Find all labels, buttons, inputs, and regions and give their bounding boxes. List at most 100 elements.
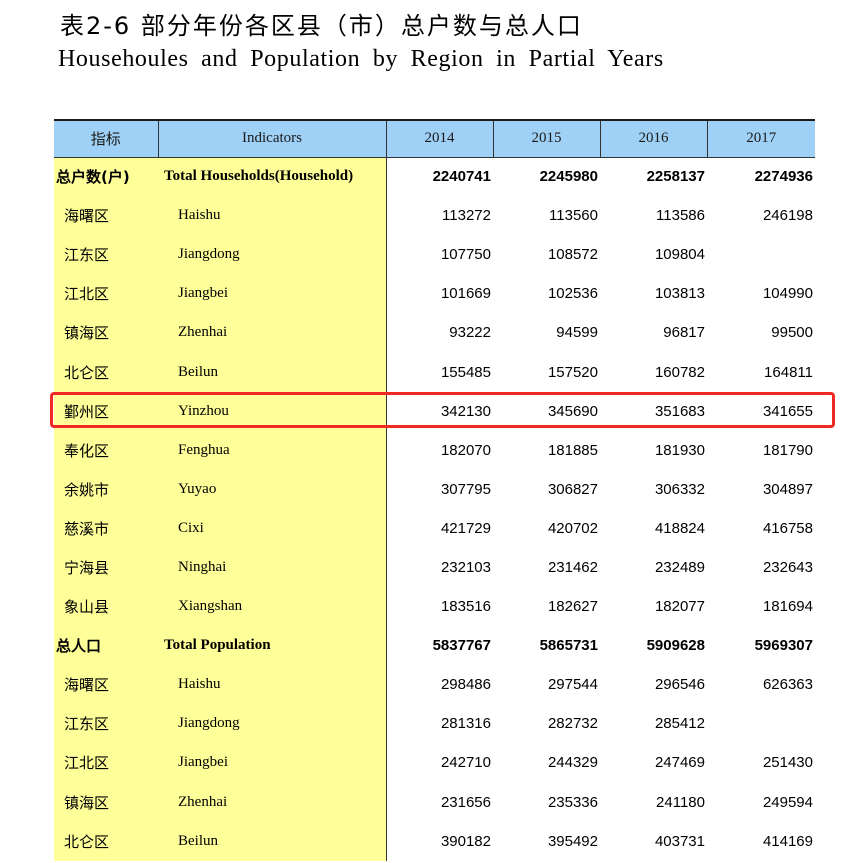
value-cell-2016: 2258137 <box>646 168 705 186</box>
value-cell-2014: 342130 <box>440 402 491 420</box>
value-cell-2014: 232103 <box>440 558 491 576</box>
table-row: 江北区 Jiangbei 101669 102536 103813 104990 <box>54 274 815 314</box>
value-cell-2015: 282732 <box>547 715 598 733</box>
table-row: 慈溪市 Cixi 421729 420702 418824 416758 <box>54 508 815 548</box>
indicator-name-en: Jiangbei <box>158 743 387 783</box>
indicator-name-en: Zhenhai <box>158 782 387 822</box>
indicator-name-en: Haishu <box>158 196 387 236</box>
header-indicator-zh: 指标 <box>54 119 159 158</box>
value-cell-2014: 155485 <box>440 363 491 381</box>
indicator-name-zh: 慈溪市 <box>54 508 158 548</box>
indicator-name-zh: 余姚市 <box>54 469 158 509</box>
value-cell-2017: 2274936 <box>754 168 813 186</box>
indicator-name-en: Xiangshan <box>158 587 387 627</box>
indicator-name-zh: 江北区 <box>54 743 158 783</box>
value-cell-2015: 395492 <box>547 832 598 850</box>
value-cell-2014: 242710 <box>440 754 491 772</box>
value-cell-2014: 183516 <box>440 598 491 616</box>
value-cell-2016: 160782 <box>654 363 705 381</box>
value-cell-2017: 5969307 <box>754 637 813 655</box>
value-cell-2015: 420702 <box>547 519 598 537</box>
value-cell-2016: 285412 <box>654 715 705 733</box>
indicator-name-zh: 总户数(户) <box>54 157 158 197</box>
value-cell-2015: 182627 <box>547 598 598 616</box>
table-row-total: 总人口 Total Population 5837767 5865731 5909628… <box>54 626 815 666</box>
value-cell-2014: 113272 <box>442 207 491 225</box>
indicator-name-zh: 鄞州区 <box>54 391 158 431</box>
value-cell-2017: 626363 <box>762 676 813 694</box>
value-cell-2016: 182077 <box>654 598 705 616</box>
table-row: 海曙区 Haishu 113272 113560 113586 246198 <box>54 196 815 236</box>
value-cell-2014: 2240741 <box>432 168 491 186</box>
indicator-name-zh: 江东区 <box>54 235 158 275</box>
value-cell-2015: 5865731 <box>539 637 598 655</box>
header-year: 2016 <box>600 119 708 158</box>
indicator-name-zh: 奉化区 <box>54 430 158 470</box>
value-cell-2014: 421729 <box>440 519 491 537</box>
indicator-name-zh: 海曙区 <box>54 196 158 236</box>
indicator-name-en: Fenghua <box>158 430 387 470</box>
value-cell-2017: 181790 <box>762 441 813 459</box>
table-row: 鄞州区 Yinzhou 342130 345690 351683 341655 <box>54 391 815 431</box>
value-cell-2016: 418824 <box>654 519 705 537</box>
table-title-chinese: 表2-6 部分年份各区县（市）总户数与总人口 <box>60 12 583 40</box>
value-cell-2015: 2245980 <box>539 168 598 186</box>
value-cell-2015: 102536 <box>547 285 598 303</box>
value-cell-2017: 164811 <box>764 363 813 381</box>
value-cell-2016: 403731 <box>654 832 705 850</box>
table-row: 镇海区 Zhenhai 231656 235336 241180 249594 <box>54 782 815 822</box>
value-cell-2017: 414169 <box>762 832 813 850</box>
indicator-name-en: Jiangdong <box>158 235 387 275</box>
table-row: 海曙区 Haishu 298486 297544 296546 626363 <box>54 665 815 705</box>
value-cell-2017: 104990 <box>762 285 813 303</box>
indicator-name-zh: 总人口 <box>54 626 158 666</box>
value-cell-2017: 251430 <box>762 754 813 772</box>
value-cell-2017: 304897 <box>762 480 813 498</box>
value-cell-2014: 5837767 <box>432 637 491 655</box>
indicator-name-en: Haishu <box>158 665 387 705</box>
value-cell-2015: 244329 <box>547 754 598 772</box>
value-cell-2017: 246198 <box>762 207 813 225</box>
value-cell-2017: 341655 <box>762 402 813 420</box>
value-cell-2016: 5909628 <box>646 637 705 655</box>
value-cell-2014: 307795 <box>440 480 491 498</box>
households-population-table: 指标 Indicators 2014 2015 2016 2017 总户数(户)… <box>54 119 815 861</box>
value-cell-2015: 306827 <box>547 480 598 498</box>
indicator-name-zh: 江北区 <box>54 274 158 314</box>
value-cell-2014: 107750 <box>440 246 491 264</box>
indicator-name-zh: 象山县 <box>54 587 158 627</box>
table-row: 江东区 Jiangdong 107750 108572 109804 <box>54 235 815 275</box>
value-cell-2016: 306332 <box>654 480 705 498</box>
indicator-name-zh: 镇海区 <box>54 313 158 353</box>
value-cell-2014: 281316 <box>440 715 491 733</box>
indicator-name-zh: 江东区 <box>54 704 158 744</box>
indicator-name-en: Cixi <box>158 508 387 548</box>
indicator-name-en: Jiangdong <box>158 704 387 744</box>
value-cell-2016: 296546 <box>654 676 705 694</box>
indicator-name-zh: 宁海县 <box>54 547 158 588</box>
value-cell-2017: 181694 <box>762 598 813 616</box>
value-cell-2015: 113560 <box>549 207 598 225</box>
value-cell-2016: 351683 <box>654 402 705 420</box>
indicator-name-zh: 镇海区 <box>54 782 158 822</box>
table-row: 北仑区 Beilun 155485 157520 160782 164811 <box>54 352 815 392</box>
value-cell-2014: 101669 <box>440 285 491 303</box>
value-cell-2016: 247469 <box>654 754 705 772</box>
value-cell-2015: 235336 <box>547 793 598 811</box>
indicator-name-en: Ninghai <box>158 547 387 588</box>
value-cell-2017: 249594 <box>762 793 813 811</box>
table-row: 奉化区 Fenghua 182070 181885 181930 181790 <box>54 430 815 470</box>
indicator-name-zh: 北仑区 <box>54 821 158 861</box>
header-indicator-en: Indicators <box>158 119 387 158</box>
value-cell-2017: 232643 <box>762 558 813 576</box>
value-cell-2014: 231656 <box>440 793 491 811</box>
value-cell-2015: 345690 <box>547 402 598 420</box>
table-row: 江北区 Jiangbei 242710 244329 247469 251430 <box>54 743 815 783</box>
indicator-name-en: Yinzhou <box>158 391 387 431</box>
value-cell-2014: 298486 <box>440 676 491 694</box>
indicator-name-en: Yuyao <box>158 469 387 509</box>
value-cell-2016: 241180 <box>656 793 705 811</box>
table-row: 北仑区 Beilun 390182 395492 403731 414169 <box>54 821 815 861</box>
table-row: 镇海区 Zhenhai 93222 94599 96817 99500 <box>54 313 815 353</box>
table-title-english: Househoules and Population by Region in … <box>58 46 664 72</box>
